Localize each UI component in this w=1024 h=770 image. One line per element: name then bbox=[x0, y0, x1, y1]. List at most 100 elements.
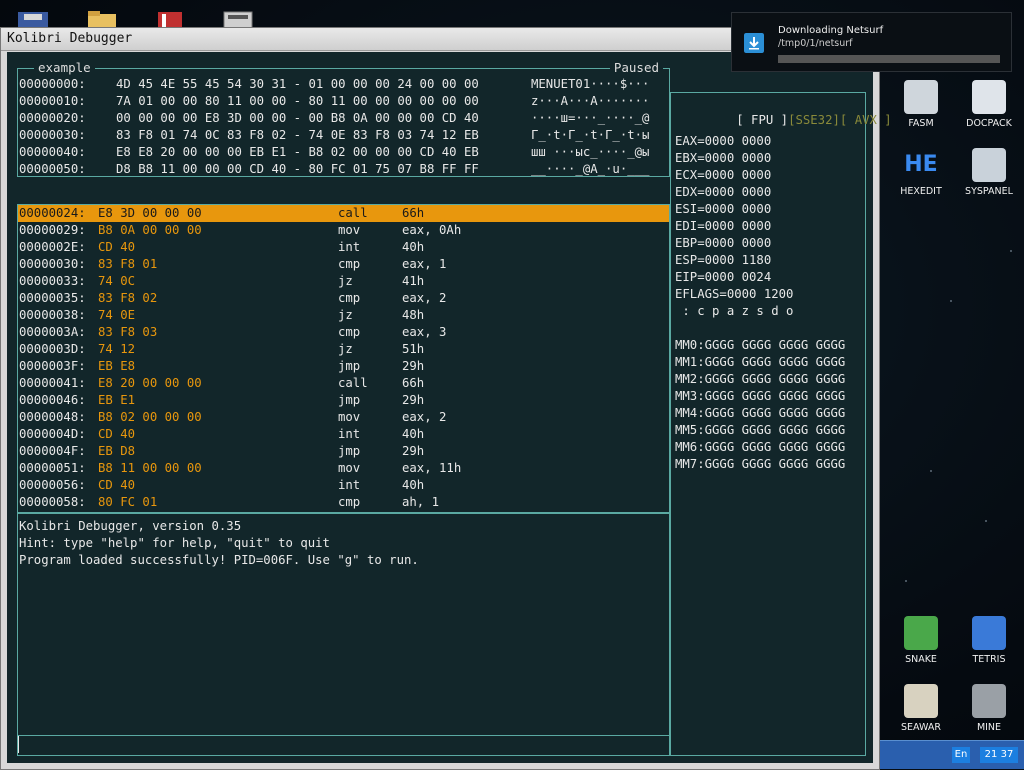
disasm-bytes: 74 12 bbox=[98, 342, 136, 356]
console-line: Program loaded successfully! PID=006F. U… bbox=[19, 553, 419, 567]
book-icon[interactable] bbox=[152, 6, 188, 28]
disasm-address: 00000056: bbox=[19, 478, 86, 492]
disasm-address: 00000051: bbox=[19, 461, 86, 475]
register-value: ESI=0000 0000 bbox=[675, 202, 772, 216]
memory-ascii: шш ···ыс_····_@ы bbox=[531, 145, 650, 159]
mmx-register-value: MM5:GGGG GGGG GGGG GGGG bbox=[675, 423, 846, 437]
download-icon bbox=[744, 33, 764, 53]
current-instruction-row[interactable]: 00000024: E8 3D 00 00 00 call 66h bbox=[18, 205, 669, 222]
console-output: Kolibri Debugger, version 0.35 Hint: type… bbox=[19, 518, 419, 569]
memory-row[interactable]: 00000030: 83 F8 01 74 0C 83 F8 02 - 74 0E… bbox=[19, 127, 669, 144]
desktop-icon-snake[interactable]: SNAKE bbox=[889, 616, 953, 665]
memory-ascii: ····ш=···_····_@ bbox=[531, 111, 650, 125]
memory-dump-rows: 00000000: 4D 45 4E 55 45 54 30 31 - 01 00… bbox=[19, 76, 669, 178]
memory-dump-pane[interactable]: example Paused 00000000: 4D 45 4E 55 45 5… bbox=[17, 60, 670, 178]
disasm-row[interactable]: 00000056: CD 40 int 40h bbox=[18, 477, 669, 494]
desktop-icon-hexedit[interactable]: HE HEXEDIT bbox=[889, 148, 953, 197]
desktop-icon-docpack[interactable]: DOCPACK bbox=[957, 80, 1021, 129]
disasm-mnemonic: cmp bbox=[338, 325, 361, 339]
floppy-icon[interactable] bbox=[16, 6, 52, 28]
disasm-address: 00000046: bbox=[19, 393, 86, 407]
desktop-icon-seawar[interactable]: SEAWAR bbox=[889, 684, 953, 733]
disasm-bytes: CD 40 bbox=[98, 240, 136, 254]
syspanel-icon bbox=[972, 148, 1006, 182]
desktop-icon-tetris[interactable]: TETRIS bbox=[957, 616, 1021, 665]
disasm-row[interactable]: 0000002E: CD 40 int 40h bbox=[18, 239, 669, 256]
disasm-row[interactable]: 0000004D: CD 40 int 40h bbox=[18, 426, 669, 443]
disasm-mnemonic: call bbox=[338, 376, 368, 390]
register-value: EIP=0000 0024 bbox=[675, 270, 772, 284]
disasm-operands: 40h bbox=[402, 427, 425, 441]
download-notification[interactable]: Downloading Netsurf /tmp0/1/netsurf bbox=[731, 12, 1012, 72]
memory-hex-bytes: 83 F8 01 74 0C 83 F8 02 - 74 0E 83 F8 03… bbox=[116, 128, 479, 142]
disasm-address: 00000058: bbox=[19, 495, 86, 509]
disasm-bytes: EB E8 bbox=[98, 359, 136, 373]
disasm-address: 0000003A: bbox=[19, 325, 86, 339]
clock[interactable]: 21 37 bbox=[980, 747, 1018, 763]
console-pane: Kolibri Debugger, version 0.35 Hint: type… bbox=[17, 513, 670, 756]
disasm-bytes: 83 F8 02 bbox=[98, 291, 158, 305]
disasm-mnemonic: jmp bbox=[338, 444, 361, 458]
console-line: Hint: type "help" for help, "quit" to qu… bbox=[19, 536, 330, 550]
disasm-operands: eax, 0Ah bbox=[402, 223, 462, 237]
debugger-window: Kolibri Debugger example Paused 00000000… bbox=[0, 27, 892, 770]
disasm-row[interactable]: 00000051: B8 11 00 00 00 mov eax, 11h bbox=[18, 460, 669, 477]
disasm-row[interactable]: 0000003D: 74 12 jz 51h bbox=[18, 341, 669, 358]
disasm-operands: ah, 1 bbox=[402, 495, 440, 509]
memory-row[interactable]: 00000040: E8 E8 20 00 00 00 EB E1 - B8 02… bbox=[19, 144, 669, 161]
disasm-operands: eax, 1 bbox=[402, 257, 447, 271]
disasm-operands: 66h bbox=[402, 206, 425, 220]
tab-avx[interactable]: [ AVX ] bbox=[840, 113, 892, 127]
disasm-mnemonic: call bbox=[338, 206, 368, 220]
desktop-icon-syspanel[interactable]: SYSPANEL bbox=[957, 148, 1021, 197]
desktop-icon-mine[interactable]: MINE bbox=[957, 684, 1021, 733]
memory-ascii: __····_@А_·u·___ bbox=[531, 162, 650, 176]
memory-hex-bytes: 00 00 00 00 E8 3D 00 00 - 00 B8 0A 00 00… bbox=[116, 111, 479, 125]
calculator-icon[interactable] bbox=[220, 6, 256, 28]
disasm-row[interactable]: 00000035: 83 F8 02 cmp eax, 2 bbox=[18, 290, 669, 307]
memory-hex-bytes: 4D 45 4E 55 45 54 30 31 - 01 00 00 00 24… bbox=[116, 77, 479, 91]
memory-address: 00000030: bbox=[19, 128, 86, 142]
disasm-row[interactable]: 00000030: 83 F8 01 cmp eax, 1 bbox=[18, 256, 669, 273]
desktop-icon-fasm[interactable]: FASM bbox=[889, 80, 953, 129]
disasm-address: 00000038: bbox=[19, 308, 86, 322]
disasm-row[interactable]: 0000003A: 83 F8 03 cmp eax, 3 bbox=[18, 324, 669, 341]
disasm-mnemonic: cmp bbox=[338, 495, 361, 509]
disasm-row[interactable]: 00000058: 80 FC 01 cmp ah, 1 bbox=[18, 494, 669, 511]
disasm-row[interactable]: 00000046: EB E1 jmp 29h bbox=[18, 392, 669, 409]
tetris-icon bbox=[972, 616, 1006, 650]
disasm-bytes: EB E1 bbox=[98, 393, 136, 407]
register-pane: [ FPU ][SSE32][ AVX ] EAX=0000 0000 EBX=0… bbox=[670, 92, 892, 756]
memory-row[interactable]: 00000050: D8 B8 11 00 00 00 CD 40 - 80 FC… bbox=[19, 161, 669, 178]
memory-address: 00000010: bbox=[19, 94, 86, 108]
disasm-row[interactable]: 00000038: 74 0E jz 48h bbox=[18, 307, 669, 324]
disasm-bytes: E8 3D 00 00 00 bbox=[98, 206, 202, 220]
disasm-address: 00000024: bbox=[19, 206, 86, 220]
register-value: ECX=0000 0000 bbox=[675, 168, 772, 182]
tab-sse32[interactable]: [SSE32] bbox=[788, 113, 840, 127]
disasm-row[interactable]: 0000004F: EB D8 jmp 29h bbox=[18, 443, 669, 460]
memory-row[interactable]: 00000020: 00 00 00 00 E8 3D 00 00 - 00 B8… bbox=[19, 110, 669, 127]
disasm-row[interactable]: 0000003F: EB E8 jmp 29h bbox=[18, 358, 669, 375]
keyboard-layout-indicator[interactable]: En bbox=[952, 747, 970, 763]
disasm-row[interactable]: 00000033: 74 0C jz 41h bbox=[18, 273, 669, 290]
desktop-icon-label: HEXEDIT bbox=[900, 186, 942, 197]
console-line: Kolibri Debugger, version 0.35 bbox=[19, 519, 242, 533]
memory-ascii: z···А···А······· bbox=[531, 94, 650, 108]
disasm-address: 00000033: bbox=[19, 274, 86, 288]
disasm-row[interactable]: 00000029: B8 0A 00 00 00 mov eax, 0Ah bbox=[18, 222, 669, 239]
command-input[interactable] bbox=[18, 736, 661, 753]
folder-icon[interactable] bbox=[84, 6, 120, 28]
disasm-row[interactable]: 00000041: E8 20 00 00 00 call 66h bbox=[18, 375, 669, 392]
disassembly-pane[interactable]: 00000024: E8 3D 00 00 00 call 66h 00000029: B… bbox=[17, 204, 670, 513]
disasm-row[interactable]: 00000048: B8 02 00 00 00 mov eax, 2 bbox=[18, 409, 669, 426]
register-value: EFLAGS=0000 1200 bbox=[675, 287, 794, 301]
command-input-box bbox=[18, 735, 669, 755]
tab-fpu[interactable]: [ FPU ] bbox=[736, 113, 788, 127]
disasm-operands: 40h bbox=[402, 240, 425, 254]
disasm-bytes: E8 20 00 00 00 bbox=[98, 376, 202, 390]
disasm-operands: 41h bbox=[402, 274, 425, 288]
snake-icon bbox=[904, 616, 938, 650]
memory-row[interactable]: 00000010: 7A 01 00 00 80 11 00 00 - 80 11… bbox=[19, 93, 669, 110]
memory-row[interactable]: 00000000: 4D 45 4E 55 45 54 30 31 - 01 00… bbox=[19, 76, 669, 93]
